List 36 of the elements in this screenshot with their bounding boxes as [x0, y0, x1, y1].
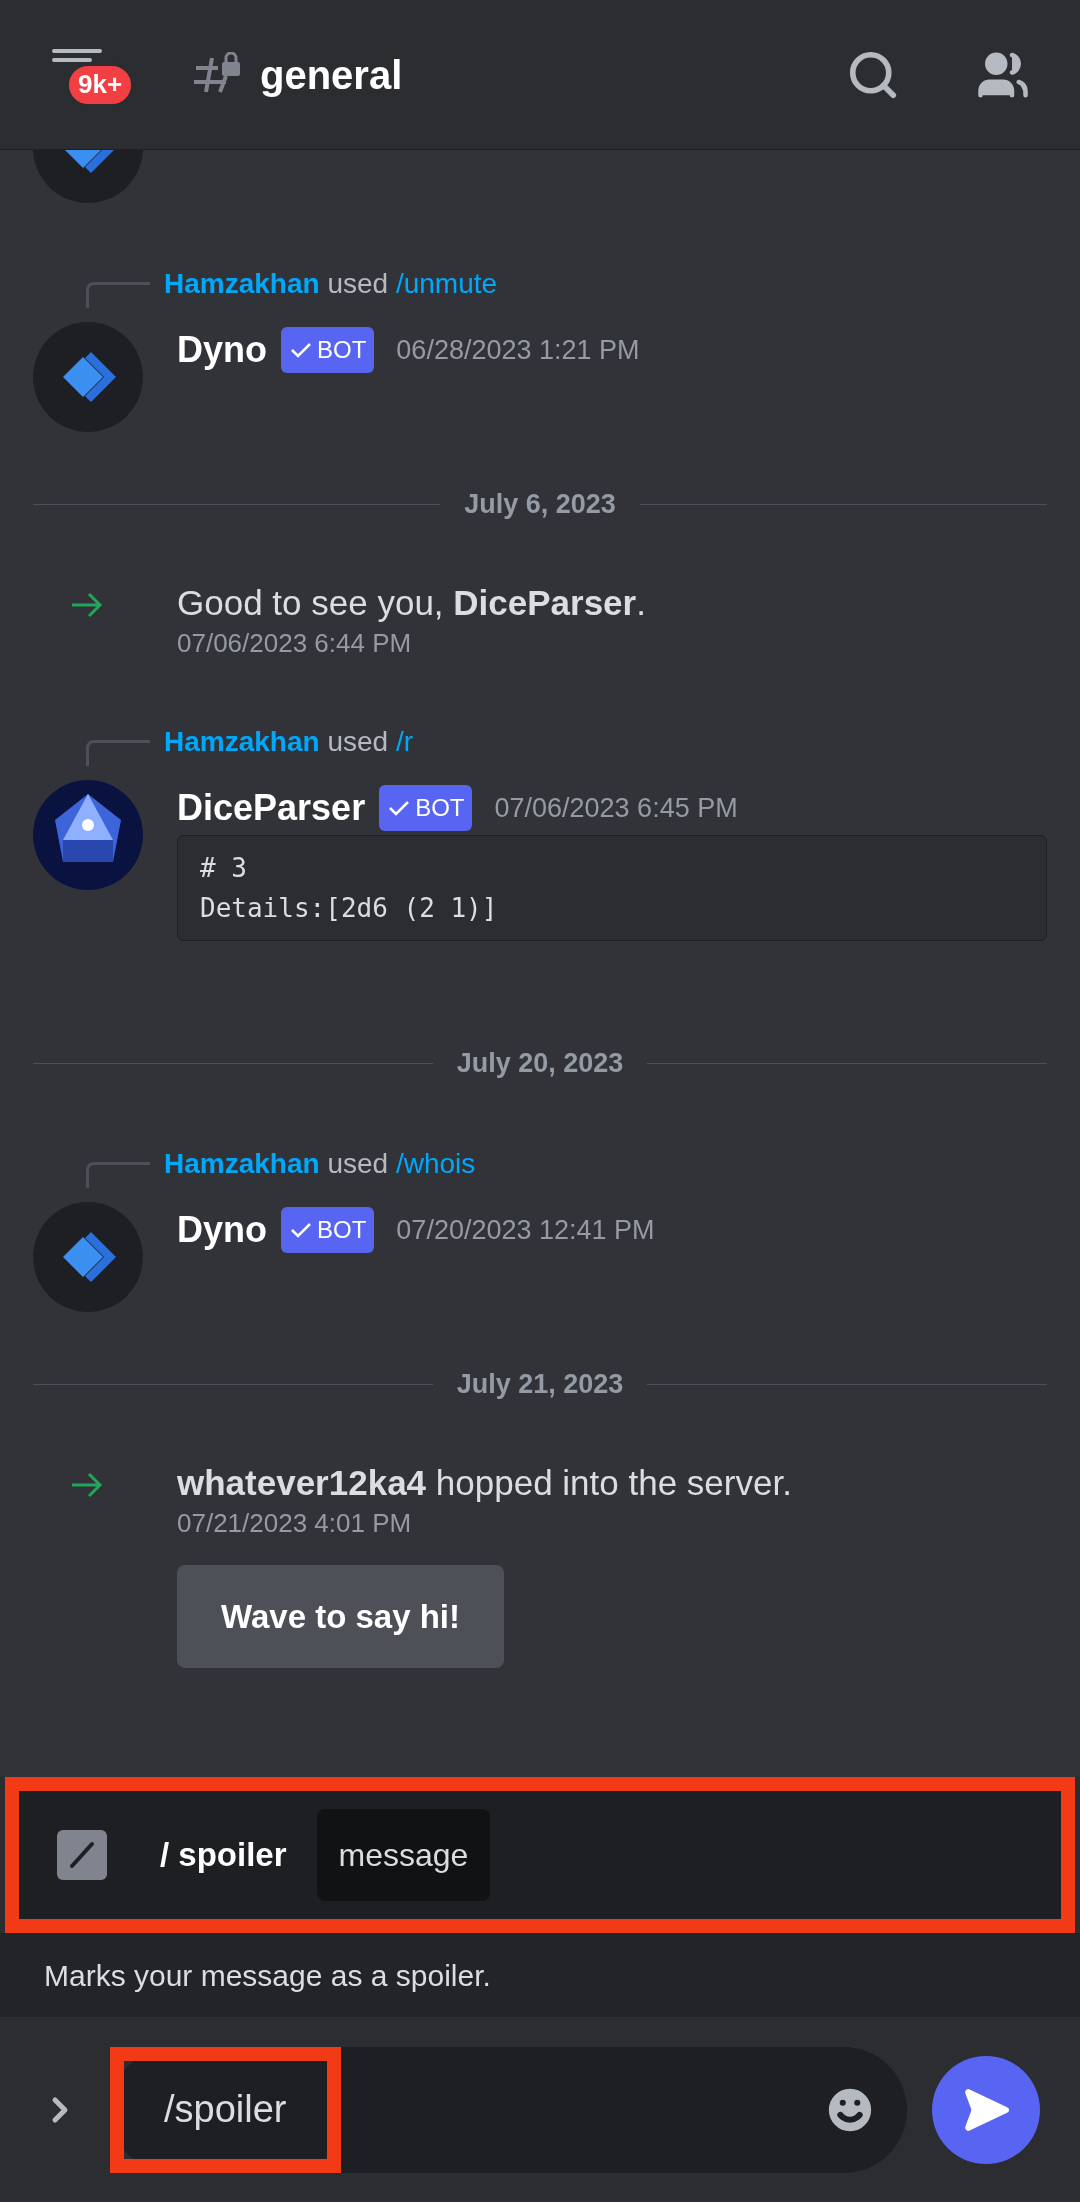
message-input[interactable]: /spoiler: [110, 2046, 907, 2173]
reply-connector: [86, 1162, 150, 1188]
command-name[interactable]: / spoiler: [160, 1830, 287, 1880]
menu-icon[interactable]: [50, 46, 104, 63]
arrow-icon: [70, 1471, 104, 1499]
wave-button[interactable]: Wave to say hi!: [177, 1565, 504, 1668]
code-block: # 3 Details:[2d6 (2 1)]: [177, 835, 1047, 941]
date-divider: July 6, 2023: [463, 487, 617, 521]
author-name[interactable]: Dyno: [177, 1212, 267, 1248]
channel-name: general: [260, 51, 403, 99]
bot-avatar-icon: [33, 1202, 143, 1312]
bot-tag: BOT: [281, 327, 375, 373]
message-timestamp: 07/21/2023 4:01 PM: [177, 1507, 412, 1540]
author-name[interactable]: DiceParser: [177, 790, 366, 826]
arrow-icon: [70, 591, 104, 619]
command-usage-text: Hamzakhan used /r: [164, 725, 413, 759]
message-timestamp: 07/06/2023 6:45 PM: [494, 791, 738, 825]
command-option[interactable]: message: [316, 1809, 491, 1901]
join-message: whatever12ka4 hopped into the server.: [177, 1462, 792, 1504]
join-message: Good to see you, DiceParser.: [177, 582, 646, 624]
date-divider: July 20, 2023: [455, 1046, 625, 1080]
reply-connector: [86, 740, 150, 766]
reply-connector: [86, 282, 150, 308]
bot-tag: BOT: [281, 1207, 375, 1253]
slash-command-icon: [57, 1830, 107, 1880]
message-timestamp: 06/28/2023 1:21 PM: [396, 333, 640, 367]
command-description: Marks your message as a spoiler.: [44, 1957, 491, 1994]
message-timestamp: 07/06/2023 6:44 PM: [177, 627, 412, 660]
message-timestamp: 07/20/2023 12:41 PM: [396, 1213, 655, 1247]
author-name[interactable]: Dyno: [177, 332, 267, 368]
command-usage-text: Hamzakhan used /whois: [164, 1147, 476, 1181]
bot-avatar-icon: [33, 322, 143, 432]
command-usage-text: Hamzakhan used /unmute: [164, 267, 498, 301]
date-divider: July 21, 2023: [455, 1367, 625, 1401]
bot-tag: BOT: [379, 785, 473, 831]
dice-avatar-icon: [33, 780, 143, 890]
